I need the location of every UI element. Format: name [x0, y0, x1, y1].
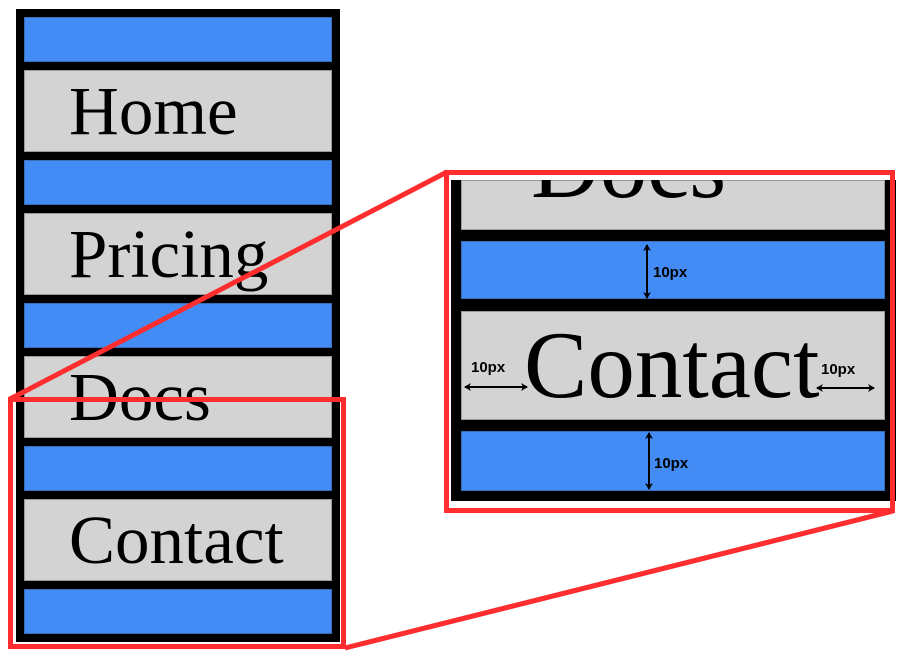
- nav-item-docs[interactable]: Docs: [24, 356, 332, 438]
- nav-item-contact[interactable]: Contact: [24, 499, 332, 581]
- dimension-label-spacer-below: 10px: [654, 455, 689, 472]
- zoom-item-docs-label: Docs: [531, 180, 726, 213]
- nav-spacer: [24, 446, 332, 491]
- dimension-label-padding-left: 10px: [471, 359, 506, 376]
- zoom-item-contact-label: Contact: [524, 312, 820, 418]
- nav-item-pricing[interactable]: Pricing: [24, 213, 332, 295]
- dimension-label-padding-right: 10px: [821, 361, 856, 378]
- dimension-label-spacer-above: 10px: [653, 264, 688, 281]
- nav-menu: Home Pricing Docs Contact: [16, 9, 340, 642]
- zoom-detail-panel: Docs Contact: [451, 180, 896, 501]
- nav-item-home[interactable]: Home: [24, 70, 332, 152]
- connector-line-bottom: [344, 508, 894, 651]
- nav-spacer: [24, 589, 332, 634]
- nav-spacer: [24, 303, 332, 348]
- nav-spacer: [24, 17, 332, 62]
- nav-spacer: [24, 160, 332, 205]
- zoom-item-docs: Docs: [461, 180, 885, 230]
